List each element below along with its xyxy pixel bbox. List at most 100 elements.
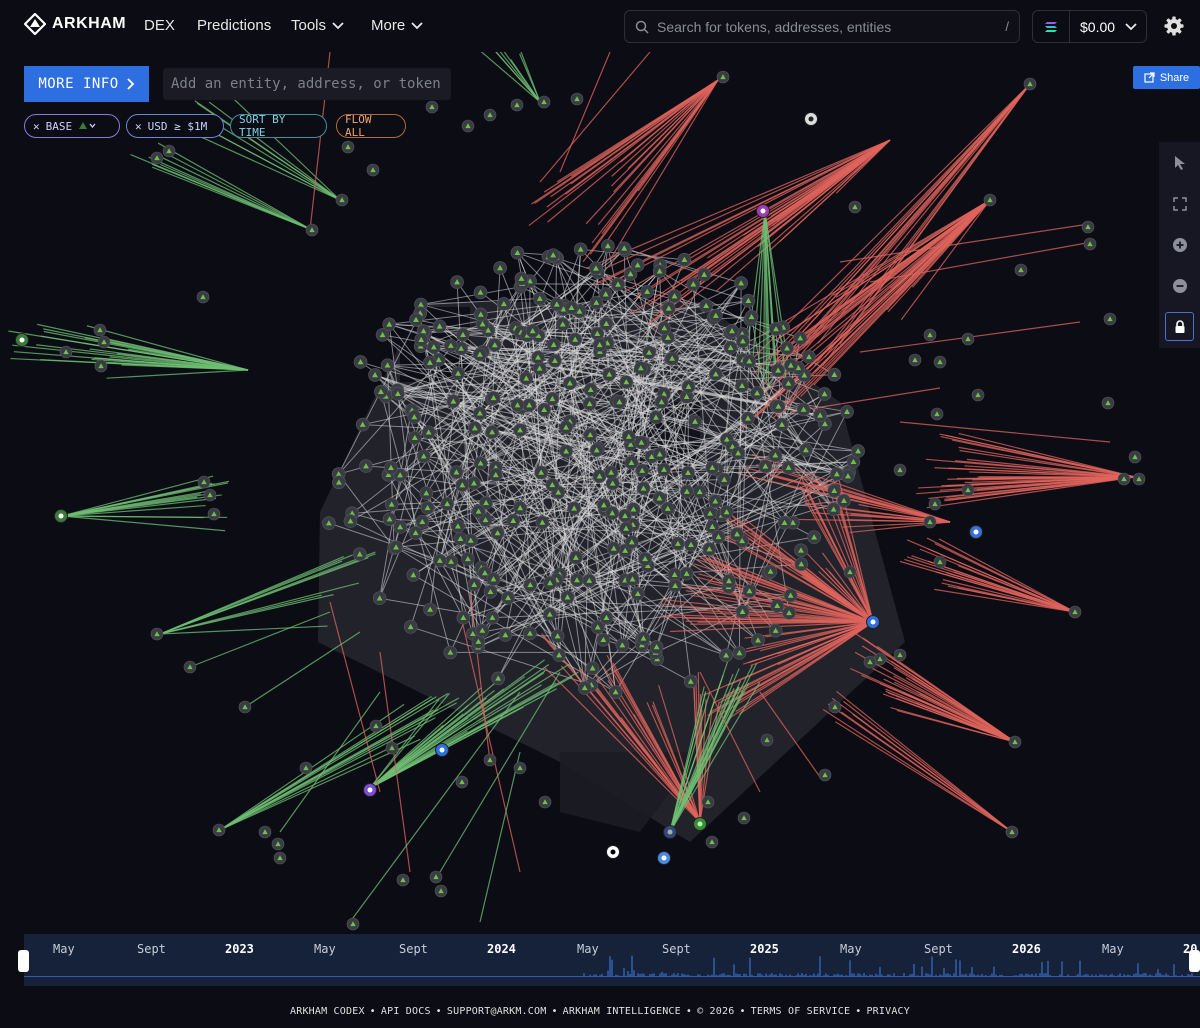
entity-node[interactable] [483,753,497,767]
entity-node[interactable] [731,446,745,460]
entity-node[interactable] [583,428,598,442]
entity-node[interactable] [582,397,597,411]
entity-node[interactable] [619,521,633,536]
entity-node[interactable] [630,258,645,272]
entity-node[interactable] [652,264,667,278]
entity-node[interactable] [535,515,550,530]
wallet-balance-button[interactable]: $0.00 [1032,10,1147,43]
entity-node[interactable] [538,795,552,809]
entity-node[interactable] [971,388,985,402]
entity-node[interactable] [622,429,636,444]
entity-node[interactable] [382,512,397,526]
labeled-entity-node[interactable] [693,817,707,831]
labeled-entity-node[interactable] [54,509,68,523]
entity-node[interactable] [380,358,395,373]
entity-node[interactable] [1023,77,1037,91]
remove-filter-icon[interactable]: ✕ [33,120,40,133]
entity-node[interactable] [403,620,418,634]
entity-node[interactable] [59,345,73,359]
zoom-in-icon[interactable] [1159,224,1200,265]
entity-node[interactable] [640,284,654,299]
entity-node[interactable] [933,355,947,369]
entity-node[interactable] [491,671,505,686]
entity-node[interactable] [531,350,545,365]
entity-node[interactable] [384,460,398,475]
entity-node[interactable] [563,376,577,391]
entity-node[interactable] [828,700,842,714]
share-button[interactable]: Share [1133,66,1200,89]
entity-node[interactable] [419,486,434,500]
footer-link-codex[interactable]: ARKHAM CODEX [290,1006,365,1017]
entity-node[interactable] [471,504,486,519]
entity-node[interactable] [510,245,525,260]
entity-node[interactable] [271,837,285,851]
entity-node[interactable] [781,460,796,475]
entity-node[interactable] [683,674,698,689]
entity-node[interactable] [732,646,747,660]
entity-node[interactable] [568,332,582,347]
entity-node[interactable] [750,386,764,400]
entity-node[interactable] [497,297,511,311]
entity-node[interactable] [722,574,736,588]
entity-node[interactable] [661,301,676,316]
entity-node[interactable] [183,660,197,674]
entity-node[interactable] [490,526,505,540]
entity-node[interactable] [1101,396,1115,410]
entity-node[interactable] [1081,220,1095,234]
entity-node[interactable] [817,387,832,401]
entity-node[interactable] [636,481,651,496]
entity-node[interactable] [525,324,540,338]
entity-node[interactable] [794,543,808,558]
entity-node[interactable] [461,119,475,133]
entity-node[interactable] [473,347,487,362]
entity-node[interactable] [416,449,431,464]
entity-node[interactable] [668,578,682,593]
entity-node[interactable] [758,459,773,474]
entity-node[interactable] [784,358,798,373]
entity-node[interactable] [590,326,605,341]
entity-node[interactable] [677,252,692,267]
entity-node[interactable] [611,277,625,292]
entity-node[interactable] [414,332,428,347]
entity-node[interactable] [681,379,696,394]
entity-node[interactable] [983,193,997,207]
entity-node[interactable] [486,572,501,586]
entity-node[interactable] [717,472,732,487]
footer-link-privacy[interactable]: PRIVACY [866,1006,910,1017]
remove-filter-icon[interactable]: ✕ [135,120,142,133]
entity-node[interactable] [346,917,360,931]
entity-node[interactable] [681,465,695,480]
entity-node[interactable] [446,394,461,409]
entity-node[interactable] [649,410,663,425]
entity-node[interactable] [456,327,470,342]
entity-node[interactable] [1008,735,1022,749]
labeled-entity-node[interactable] [756,204,770,218]
entity-node[interactable] [513,761,527,775]
entity-node[interactable] [1103,312,1117,326]
footer-link-intelligence[interactable]: ARKHAM INTELLIGENCE [563,1006,681,1017]
entity-node[interactable] [453,531,468,546]
entity-node[interactable] [741,293,756,308]
entity-node[interactable] [652,447,667,462]
entity-node[interactable] [654,395,669,409]
entity-node[interactable] [455,775,469,789]
filter-chip-flow-all[interactable]: FLOW ALL [336,113,406,139]
entity-node[interactable] [688,414,702,429]
entity-node[interactable] [355,417,370,432]
entity-node[interactable] [841,469,855,483]
entity-node[interactable] [734,276,748,290]
entity-node[interactable] [485,425,499,439]
entity-node[interactable] [440,497,455,511]
footer-link-api-docs[interactable]: API DOCS [381,1006,431,1017]
entity-node[interactable] [679,566,694,581]
entity-node[interactable] [723,340,738,355]
entity-node[interactable] [408,430,422,445]
entity-node[interactable] [519,371,534,386]
labeled-entity-node[interactable] [657,851,671,865]
fit-view-icon[interactable] [1159,183,1200,224]
entity-node[interactable] [451,519,465,534]
entity-node[interactable] [634,435,649,450]
entity-node[interactable] [513,423,527,437]
entity-node[interactable] [705,835,719,849]
entity-node[interactable] [615,638,630,652]
